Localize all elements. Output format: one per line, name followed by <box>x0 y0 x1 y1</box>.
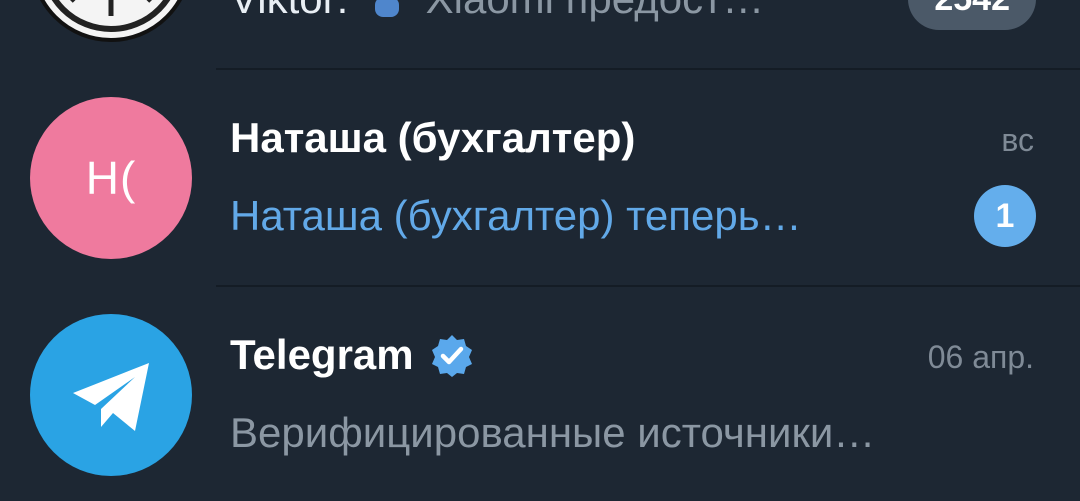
preview-text: Xiaomi предост… <box>426 0 765 22</box>
chat-row-natasha[interactable]: Н( Наташа (бухгалтер) вс Наташа (бухгалт… <box>0 70 1080 287</box>
chat-preview: Наташа (бухгалтер) теперь… <box>230 192 802 239</box>
chat-time: 06 апр. <box>927 339 1034 375</box>
chat-preview: Верифицированные источники… <box>230 409 876 456</box>
verified-badge-icon <box>431 335 472 377</box>
chat-preview: Viktor: Xiaomi предост… <box>230 0 764 23</box>
chat-row-viktor[interactable]: Viktor: Xiaomi предост… 2542 <box>0 0 1080 70</box>
telegram-plane-icon <box>73 363 149 431</box>
avatar-initials: Н( <box>85 152 137 204</box>
chat-row-telegram[interactable]: Telegram 06 апр. Верифицированные источн… <box>0 287 1080 501</box>
person-emoji-icon <box>374 0 399 17</box>
avatar <box>30 0 192 42</box>
unread-badge: 2542 <box>908 0 1036 30</box>
network-logo-icon <box>51 0 171 32</box>
chat-name: Telegram <box>230 331 414 378</box>
chat-name: Наташа (бухгалтер) <box>230 114 636 161</box>
chat-time: вс <box>1001 122 1034 158</box>
unread-badge: 1 <box>974 185 1036 247</box>
chat-list: Viktor: Xiaomi предост… 2542 Н( Наташа (… <box>0 0 1080 501</box>
avatar: Н( <box>30 97 192 259</box>
chat-title: Telegram <box>230 331 474 379</box>
avatar <box>30 314 192 476</box>
chat-title: Наташа (бухгалтер) <box>230 114 635 162</box>
preview-sender: Viktor: <box>230 0 348 22</box>
